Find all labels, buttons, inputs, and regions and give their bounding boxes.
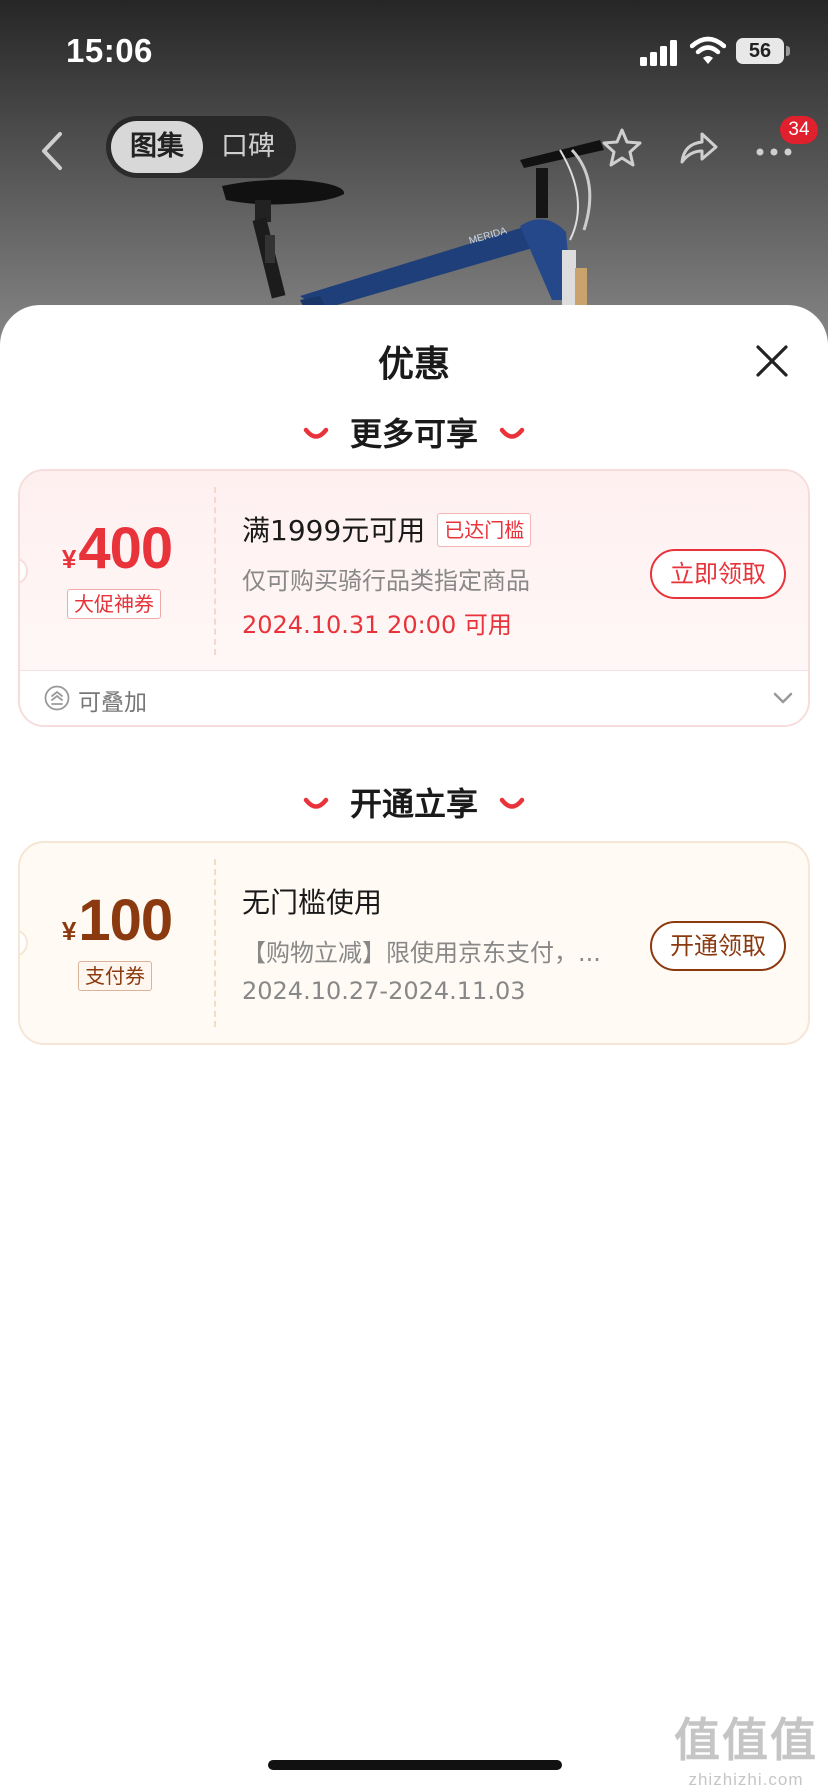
stackable-row[interactable]: 可叠加 [20,671,808,725]
gallery-review-switch: 图集 口碑 [106,116,296,178]
coupon-card: ¥100 支付券 无门槛使用 【购物立减】限使用京东支付，... 2024.10… [18,841,810,1045]
threshold-reached-badge: 已达门槛 [437,513,532,547]
battery-indicator: 56 [736,38,784,64]
message-count-badge: 34 [780,116,818,144]
watermark: 值值值 zhizhizhi.com [674,1704,818,1790]
home-indicator[interactable] [268,1760,562,1770]
smile-decoration-icon [303,797,329,809]
coupon-main: ¥100 支付券 无门槛使用 【购物立减】限使用京东支付，... 2024.10… [20,843,808,1043]
watermark-logo: 值值值 [674,1714,818,1766]
smile-decoration-icon [499,797,525,809]
section-heading-membership: 开通立享 [0,779,828,829]
coupon-validity: 2024.10.27-2024.11.03 [242,977,526,1005]
top-navigation: 图集 口碑 [0,110,828,190]
coupon-condition-text: 无门槛使用 [242,886,383,919]
coupon-details: 满1999元可用 已达门槛 仅可购买骑行品类指定商品 2024.10.31 20:… [242,471,612,670]
tab-gallery[interactable]: 图集 [111,121,203,173]
coupon-divider [214,487,216,655]
back-arrow-icon[interactable] [34,128,70,174]
coupon-main: ¥400 大促神券 满1999元可用 已达门槛 仅可购买骑行品类指定商品 2024… [20,471,808,671]
favorite-star-icon[interactable] [600,126,644,170]
coupon-value-area: ¥100 支付券 [20,843,214,1043]
section-heading-more: 更多可享 [0,409,828,459]
section-heading-label: 更多可享 [349,415,478,453]
coupon-amount-value: 400 [78,516,173,581]
stack-layers-icon [44,685,70,711]
close-icon[interactable] [752,341,792,381]
chevron-down-icon[interactable] [772,691,794,705]
share-icon[interactable] [676,126,720,170]
coupon-description: 【购物立减】限使用京东支付，... [242,939,601,967]
open-and-claim-button[interactable]: 开通领取 [650,921,786,971]
coupon-type-tag: 大促神券 [67,589,161,619]
coupon-condition: 无门槛使用 [242,881,382,921]
watermark-url: zhizhizhi.com [688,1770,804,1789]
coupon-condition: 满1999元可用 已达门槛 [242,509,532,549]
coupon-validity: 2024.10.31 20:00 可用 [242,611,512,639]
coupon-condition-text: 满1999元可用 [242,514,426,547]
currency-symbol: ¥ [61,916,77,946]
currency-symbol: ¥ [61,544,77,574]
coupon-amount: ¥100 [20,887,214,954]
stackable-label: 可叠加 [78,690,147,716]
status-bar: 15:06 56 [0,0,828,100]
coupon-details: 无门槛使用 【购物立减】限使用京东支付，... 2024.10.27-2024.… [242,843,612,1043]
status-time: 15:06 [66,32,153,69]
coupon-divider [214,859,216,1027]
wifi-icon [690,36,726,64]
coupon-amount-value: 100 [78,888,173,953]
coupon-amount: ¥400 [20,515,214,582]
discount-sheet: 优惠 更多可享 ¥400 大促神券 满1999元可用 已达门槛 仅可购买骑行品类指… [0,305,828,1792]
section-heading-label: 开通立享 [349,785,478,823]
claim-now-button[interactable]: 立即领取 [650,549,786,599]
battery-tip [786,46,790,56]
coupon-value-area: ¥400 大促神券 [20,471,214,670]
cellular-signal-icon [640,40,677,66]
smile-decoration-icon [499,427,525,439]
coupon-description: 仅可购买骑行品类指定商品 [242,567,530,595]
sheet-title: 优惠 [377,344,450,385]
coupon-card: ¥400 大促神券 满1999元可用 已达门槛 仅可购买骑行品类指定商品 2024… [18,469,810,727]
coupon-type-tag: 支付券 [78,961,152,991]
smile-decoration-icon [303,427,329,439]
tab-reviews[interactable]: 口碑 [202,121,294,173]
